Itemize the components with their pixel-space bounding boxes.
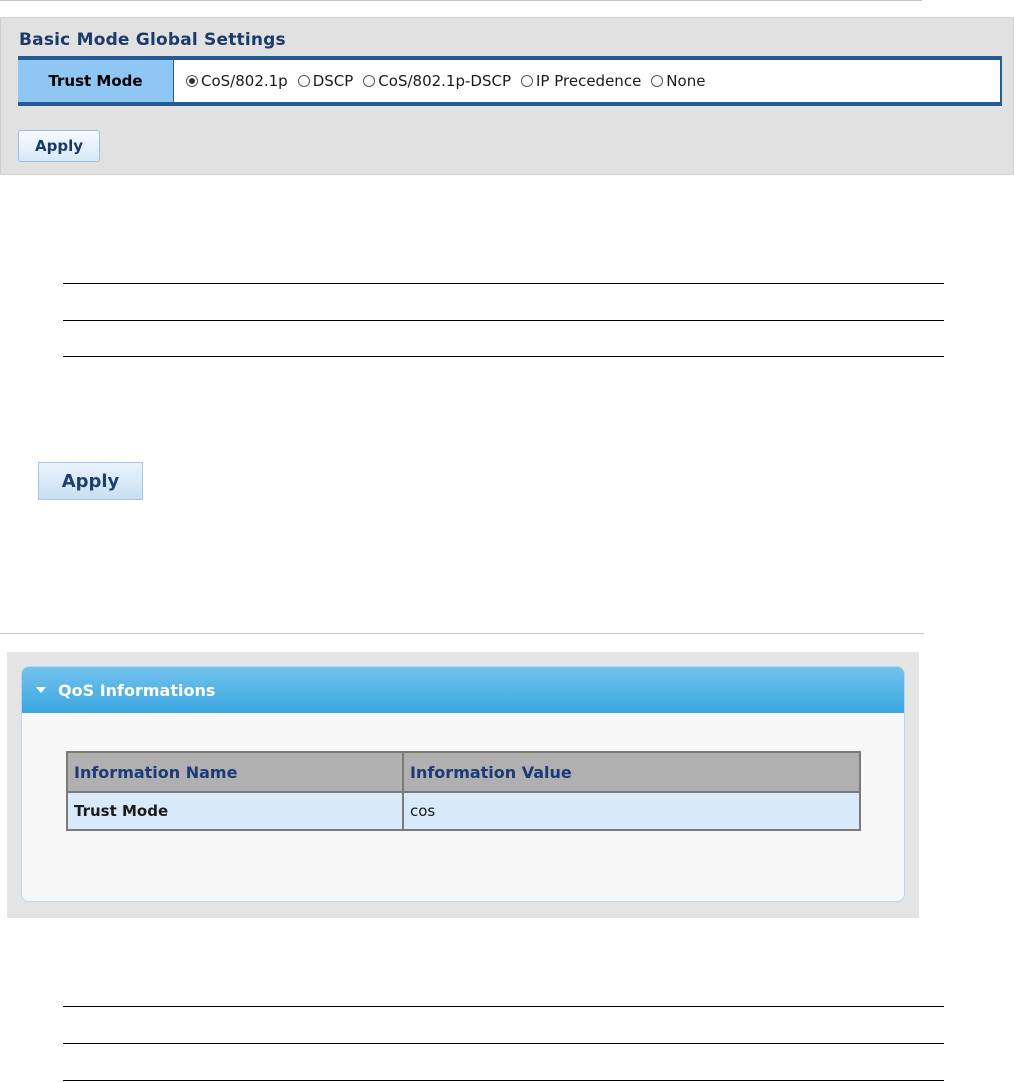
info-name-cell: Trust Mode bbox=[66, 791, 404, 831]
radio-label: CoS/802.1p-DSCP bbox=[378, 72, 511, 90]
radio-cos-802-1p[interactable]: CoS/802.1p bbox=[186, 72, 288, 90]
divider-line bbox=[63, 356, 944, 357]
divider-line bbox=[63, 1080, 944, 1081]
radio-label: DSCP bbox=[312, 72, 354, 90]
radio-unselected-icon[interactable] bbox=[521, 75, 533, 87]
column-header: Information Name bbox=[66, 751, 404, 793]
radio-label: CoS/802.1p bbox=[201, 72, 288, 90]
radio-selected-icon[interactable] bbox=[186, 75, 198, 87]
radio-unselected-icon[interactable] bbox=[297, 75, 310, 87]
apply-button[interactable]: Apply bbox=[18, 130, 100, 162]
basic-mode-global-settings-panel: Basic Mode Global Settings Trust Mode Co… bbox=[0, 17, 1014, 175]
radio-unselected-icon[interactable] bbox=[363, 75, 376, 87]
collapse-triangle-icon[interactable] bbox=[36, 687, 46, 693]
trust-mode-label: Trust Mode bbox=[18, 60, 174, 102]
section-divider bbox=[0, 633, 924, 634]
column-header: Information Value bbox=[402, 751, 861, 793]
divider-line bbox=[63, 1006, 944, 1007]
radio-none[interactable]: None bbox=[651, 72, 705, 90]
apply-button-large[interactable]: Apply bbox=[38, 462, 143, 500]
table-row: Trust Mode cos bbox=[66, 791, 861, 831]
radio-unselected-icon[interactable] bbox=[651, 75, 664, 87]
settings-title: Basic Mode Global Settings bbox=[19, 30, 286, 50]
trust-mode-options: CoS/802.1p DSCP CoS/802.1p-DSCP IP Prece… bbox=[174, 60, 1002, 102]
qos-informations-header[interactable]: QoS Informations bbox=[22, 667, 904, 713]
qos-informations-box: QoS Informations Information Name Inform… bbox=[21, 666, 905, 902]
radio-label: IP Precedence bbox=[536, 72, 642, 90]
table-header-row: Information Name Information Value bbox=[66, 751, 861, 793]
trust-mode-row: Trust Mode CoS/802.1p DSCP CoS/802.1p-DS… bbox=[18, 56, 1002, 106]
info-value-cell: cos bbox=[402, 791, 861, 831]
qos-info-table: Information Name Information Value Trust… bbox=[66, 751, 861, 831]
divider-line bbox=[63, 320, 944, 321]
radio-dscp[interactable]: DSCP bbox=[297, 72, 354, 90]
radio-ip-precedence[interactable]: IP Precedence bbox=[521, 72, 641, 90]
divider-line bbox=[63, 283, 944, 284]
radio-label: None bbox=[666, 72, 706, 90]
qos-informations-title: QoS Informations bbox=[58, 680, 216, 700]
divider-line bbox=[63, 1043, 944, 1044]
top-divider bbox=[0, 0, 922, 1]
radio-cos-802-1p-dscp[interactable]: CoS/802.1p-DSCP bbox=[363, 72, 511, 90]
qos-informations-panel: QoS Informations Information Name Inform… bbox=[7, 652, 919, 918]
